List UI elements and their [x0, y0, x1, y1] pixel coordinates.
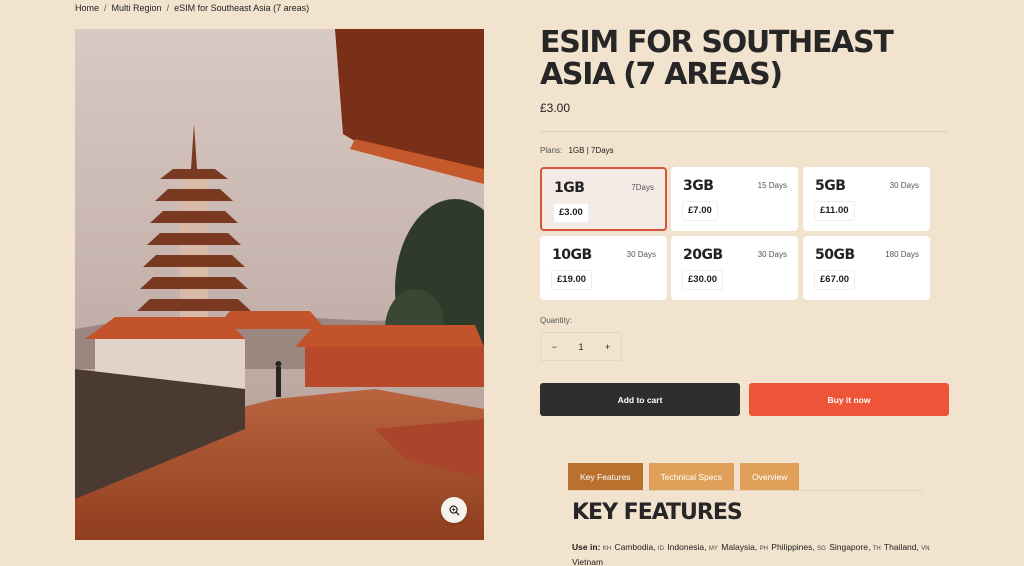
- product-tabs: Key Features Technical Specs Overview: [568, 463, 800, 490]
- plan-data-amount: 5GB: [815, 178, 846, 194]
- plan-price: £3.00: [553, 203, 589, 223]
- plan-duration: 30 Days: [889, 181, 919, 190]
- product-image[interactable]: [75, 29, 484, 540]
- zoom-button[interactable]: [441, 497, 467, 523]
- breadcrumb-home[interactable]: Home: [75, 3, 99, 13]
- tab-technical-specs[interactable]: Technical Specs: [648, 463, 734, 490]
- plan-option-5gb[interactable]: 5GB 30 Days £11.00: [803, 167, 930, 231]
- country-code: ID: [657, 546, 664, 552]
- breadcrumb-separator: /: [166, 3, 170, 13]
- country-code: PH: [759, 546, 768, 552]
- country-code: TH: [872, 546, 881, 552]
- plans-label: Plans: 1GB | 7Days: [540, 146, 614, 155]
- quantity-label: Quantity:: [540, 316, 573, 325]
- divider: [540, 131, 948, 132]
- use-in-label: Use in:: [572, 542, 601, 552]
- country-name: Cambodia: [614, 542, 654, 552]
- breadcrumb-current: eSIM for Southeast Asia (7 areas): [174, 3, 310, 13]
- plan-duration: 180 Days: [885, 250, 919, 259]
- plan-duration: 15 Days: [757, 181, 787, 190]
- use-in-list: Use in: KH Cambodia, ID Indonesia, MY Ma…: [572, 542, 930, 566]
- country-name: Vietnam: [572, 557, 604, 566]
- buy-now-button[interactable]: Buy it now: [749, 383, 949, 416]
- plan-duration: 7Days: [631, 183, 654, 192]
- key-features-heading: KEY FEATURES: [572, 500, 743, 525]
- plan-grid: 1GB 7Days £3.00 3GB 15 Days £7.00 5GB 30…: [540, 167, 930, 300]
- country-code: KH: [602, 546, 612, 552]
- breadcrumb-separator: /: [104, 3, 107, 13]
- plan-option-50gb[interactable]: 50GB 180 Days £67.00: [803, 236, 930, 300]
- plan-duration: 30 Days: [626, 250, 656, 259]
- plan-data-amount: 1GB: [554, 180, 585, 196]
- plans-label-text: Plans:: [540, 146, 563, 155]
- tab-divider: [568, 490, 923, 491]
- add-to-cart-button[interactable]: Add to cart: [540, 383, 740, 416]
- plan-data-amount: 20GB: [683, 247, 723, 263]
- country-code: MY: [708, 546, 718, 552]
- country-code: SG: [817, 546, 826, 552]
- plan-price: £67.00: [814, 270, 856, 290]
- plan-price: £30.00: [682, 270, 724, 290]
- plans-selected-value: 1GB | 7Days: [568, 146, 614, 155]
- plan-duration: 30 Days: [757, 250, 787, 259]
- quantity-value[interactable]: 1: [578, 342, 583, 352]
- plan-price: £19.00: [551, 270, 593, 290]
- plan-data-amount: 3GB: [683, 178, 714, 194]
- breadcrumb-multi-region[interactable]: Multi Region: [112, 3, 162, 13]
- plan-price: £11.00: [814, 201, 855, 221]
- country-code: VN: [921, 546, 930, 552]
- country-name: Malaysia: [721, 542, 755, 552]
- zoom-in-icon: [449, 505, 460, 516]
- plan-option-1gb[interactable]: 1GB 7Days £3.00: [540, 167, 667, 231]
- plan-price: £7.00: [682, 201, 718, 221]
- plan-data-amount: 50GB: [815, 247, 855, 263]
- product-price: £3.00: [540, 101, 571, 115]
- country-name: Indonesia: [667, 542, 705, 552]
- quantity-increase-button[interactable]: +: [605, 342, 610, 352]
- plan-option-20gb[interactable]: 20GB 30 Days £30.00: [671, 236, 798, 300]
- product-title: ESIM FOR SOUTHEAST ASIA (7 AREAS): [540, 25, 894, 92]
- quantity-stepper: − 1 +: [540, 332, 622, 361]
- temple-photo: [75, 29, 484, 540]
- tab-key-features[interactable]: Key Features: [568, 463, 643, 490]
- quantity-decrease-button[interactable]: −: [552, 342, 557, 352]
- breadcrumb: Home / Multi Region / eSIM for Southeast…: [75, 3, 309, 13]
- country-name: Singapore: [829, 542, 868, 552]
- tab-overview[interactable]: Overview: [739, 463, 800, 490]
- plan-option-10gb[interactable]: 10GB 30 Days £19.00: [540, 236, 667, 300]
- country-name: Thailand: [883, 542, 917, 552]
- plan-option-3gb[interactable]: 3GB 15 Days £7.00: [671, 167, 798, 231]
- country-name: Philippines: [771, 542, 813, 552]
- plan-data-amount: 10GB: [552, 247, 592, 263]
